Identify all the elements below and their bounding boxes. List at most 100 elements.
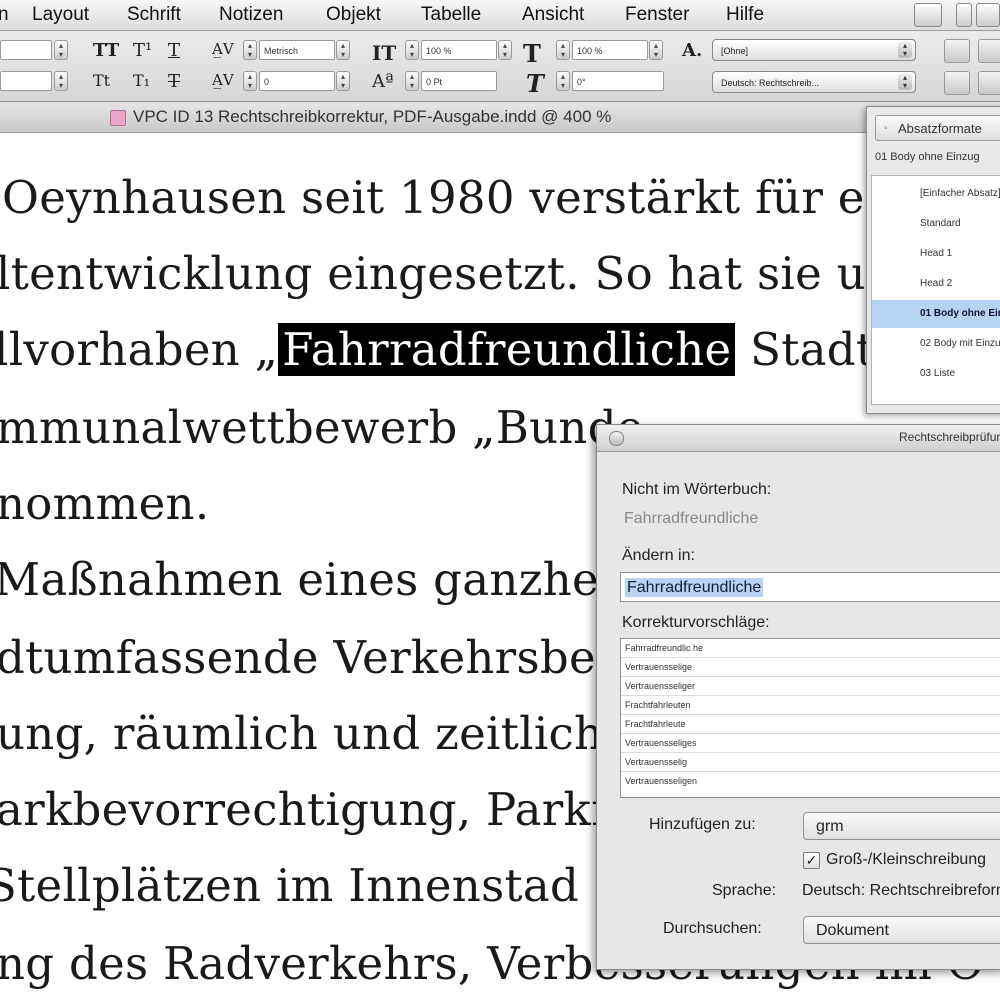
small-caps-icon[interactable]: Tt — [93, 71, 110, 90]
document-tab-bar: VPC ID 13 Rechtschreibkorrektur, PDF-Aus… — [0, 102, 1000, 133]
hscale-dropdown-icon[interactable]: ▴ ▾ — [649, 40, 663, 60]
tracking-field[interactable]: 0 — [259, 71, 335, 91]
menu-tabelle[interactable]: Tabelle — [421, 4, 481, 26]
search-scope-popup[interactable]: Dokument — [803, 916, 1000, 944]
font-size-field[interactable] — [0, 40, 52, 60]
leading-stepper[interactable]: ▴ ▾ — [54, 71, 68, 91]
vscale-dropdown-icon[interactable]: ▴ ▾ — [498, 40, 512, 60]
row-divider — [621, 733, 1000, 734]
row-divider — [621, 676, 1000, 677]
style-item[interactable]: Head 1 — [872, 240, 1000, 268]
style-list: [Einfacher Absatz] Standard Head 1 Head … — [871, 175, 1000, 405]
row-divider — [621, 752, 1000, 753]
font-size-stepper[interactable]: ▴ ▾ — [54, 40, 68, 60]
menu-objekt[interactable]: Objekt — [326, 4, 381, 26]
strikethrough-icon[interactable]: T — [168, 71, 180, 92]
search-label: Durchsuchen: — [663, 920, 762, 937]
suggestions-list[interactable]: Fahrradfreundlic he Vertrauensselige Ver… — [620, 638, 1000, 798]
align-center-icon[interactable] — [978, 39, 1000, 63]
status-icon[interactable] — [956, 3, 972, 27]
kerning-dropdown-icon[interactable]: ▴ ▾ — [336, 40, 350, 60]
vscale-field[interactable]: 100 % — [421, 40, 497, 60]
vscale-stepper[interactable]: ▴ ▾ — [405, 40, 419, 60]
not-in-dictionary-value: Fahrradfreundliche — [624, 510, 759, 527]
change-to-value: Fahrradfreundliche — [625, 578, 764, 597]
leading-field[interactable] — [0, 71, 52, 91]
style-item-selected[interactable]: 01 Body ohne Einzug — [872, 300, 1000, 328]
text-line: ltentwicklung eingesetzt. So hat sie u.a — [0, 247, 908, 300]
menu-item-cut[interactable]: n — [0, 4, 9, 26]
panel-collapse-icon[interactable]: ◦ — [884, 116, 888, 142]
style-item[interactable]: [Einfacher Absatz] — [872, 180, 1000, 208]
text-line: dtumfassende Verkehrsber — [0, 631, 618, 684]
subscript-icon[interactable]: T₁ — [133, 71, 150, 90]
char-style-value: [Ohne] — [721, 46, 749, 56]
current-style-label: 01 Body ohne Einzug — [875, 151, 980, 163]
menu-schrift[interactable]: Schrift — [127, 4, 181, 26]
dialog-title: Rechtschreibprüfung — [899, 430, 1000, 444]
style-item[interactable]: 02 Body mit Einzug — [872, 330, 1000, 358]
text-line: Maßnahmen eines ganzheit — [0, 553, 632, 606]
baseline-field[interactable]: 0 Pt — [421, 71, 497, 91]
text-line-with-selection: llvorhaben „Fahrradfreundliche Stadt — [0, 323, 874, 376]
dialog-titlebar[interactable]: Rechtschreibprüfung — [597, 425, 1000, 452]
tracking-icon: A̲V — [212, 71, 234, 89]
align-justify-icon[interactable] — [944, 71, 970, 95]
document-title[interactable]: VPC ID 13 Rechtschreibkorrektur, PDF-Aus… — [133, 107, 611, 127]
indesign-document-icon — [110, 110, 126, 126]
underline-icon[interactable]: T — [168, 40, 180, 61]
hscale-field[interactable]: 100 % — [572, 40, 648, 60]
suggestion-item[interactable]: Vertrauensselige — [625, 662, 692, 672]
tracking-dropdown-icon[interactable]: ▴ ▾ — [336, 71, 350, 91]
tracking-stepper[interactable]: ▴ ▾ — [243, 71, 257, 91]
text-line: Stellplätzen im Innenstad — [0, 859, 580, 912]
language-dropdown[interactable]: Deutsch: Rechtschreib... ▴ ▾ — [712, 71, 916, 93]
align-left-icon[interactable] — [944, 39, 970, 63]
suggestion-item[interactable]: Frachtfahrleuten — [625, 700, 691, 710]
suggestion-item[interactable]: Frachtfahrleute — [625, 719, 686, 729]
skew-stepper[interactable]: ▴ ▾ — [556, 71, 570, 91]
style-item[interactable]: Standard — [872, 210, 1000, 238]
add-to-dictionary-popup[interactable]: grm — [803, 812, 1000, 840]
menu-hilfe[interactable]: Hilfe — [726, 4, 764, 26]
change-to-label: Ändern in: — [622, 547, 695, 564]
suggestion-item[interactable]: Fahrradfreundlic he — [625, 643, 703, 653]
tab-paragraph-styles[interactable]: ◦ Absatzformate — [875, 115, 1000, 141]
all-caps-icon[interactable]: TT — [93, 40, 119, 61]
menu-layout[interactable]: Layout — [32, 4, 89, 26]
skew-field[interactable]: 0° — [572, 71, 664, 91]
kerning-field[interactable]: Metrisch — [259, 40, 335, 60]
menu-notizen[interactable]: Notizen — [219, 4, 283, 26]
suggestion-item[interactable]: Vertrauensseliges — [625, 738, 697, 748]
row-divider — [621, 771, 1000, 772]
text-line: arkbevorrechtigung, Parkra — [0, 783, 641, 836]
hscale-stepper[interactable]: ▴ ▾ — [556, 40, 570, 60]
change-to-input[interactable]: Fahrradfreundliche — [620, 572, 1000, 602]
text-before-selection: llvorhaben „ — [0, 323, 279, 376]
suggestion-item[interactable]: Vertrauensseligen — [625, 776, 697, 786]
menu-ansicht[interactable]: Ansicht — [522, 4, 584, 26]
case-sensitive-label: Groß-/Kleinschreibung — [826, 851, 987, 868]
selected-word[interactable]: Fahrradfreundliche — [278, 323, 736, 376]
baseline-stepper[interactable]: ▴ ▾ — [405, 71, 419, 91]
suggestion-item[interactable]: Vertrauensseliger — [625, 681, 695, 691]
style-item[interactable]: 03 Liste — [872, 360, 1000, 388]
menu-fenster[interactable]: Fenster — [625, 4, 689, 26]
tab-label: Absatzformate — [898, 121, 982, 136]
text-line: mmunalwettbewerb „Bunde — [0, 401, 644, 454]
chevron-updown-icon: ▴ ▾ — [898, 42, 912, 58]
style-item[interactable]: Head 2 — [872, 270, 1000, 298]
align-right-icon[interactable] — [978, 71, 1000, 95]
spotlight-icon[interactable] — [976, 3, 1000, 27]
case-sensitive-checkbox[interactable]: ✓ — [803, 852, 820, 869]
text-line: ung, räumlich und zeitlich — [0, 707, 604, 760]
screen-mode-icon[interactable] — [914, 3, 942, 27]
row-divider — [621, 695, 1000, 696]
char-style-dropdown[interactable]: [Ohne] ▴ ▾ — [712, 39, 916, 61]
suggestion-item[interactable]: Vertrauensselig — [625, 757, 687, 767]
superscript-icon[interactable]: T¹ — [133, 40, 152, 61]
add-to-label: Hinzufügen zu: — [649, 816, 756, 833]
skew-icon: T — [526, 69, 544, 98]
close-icon[interactable] — [609, 431, 624, 446]
kerning-stepper[interactable]: ▴ ▾ — [243, 40, 257, 60]
